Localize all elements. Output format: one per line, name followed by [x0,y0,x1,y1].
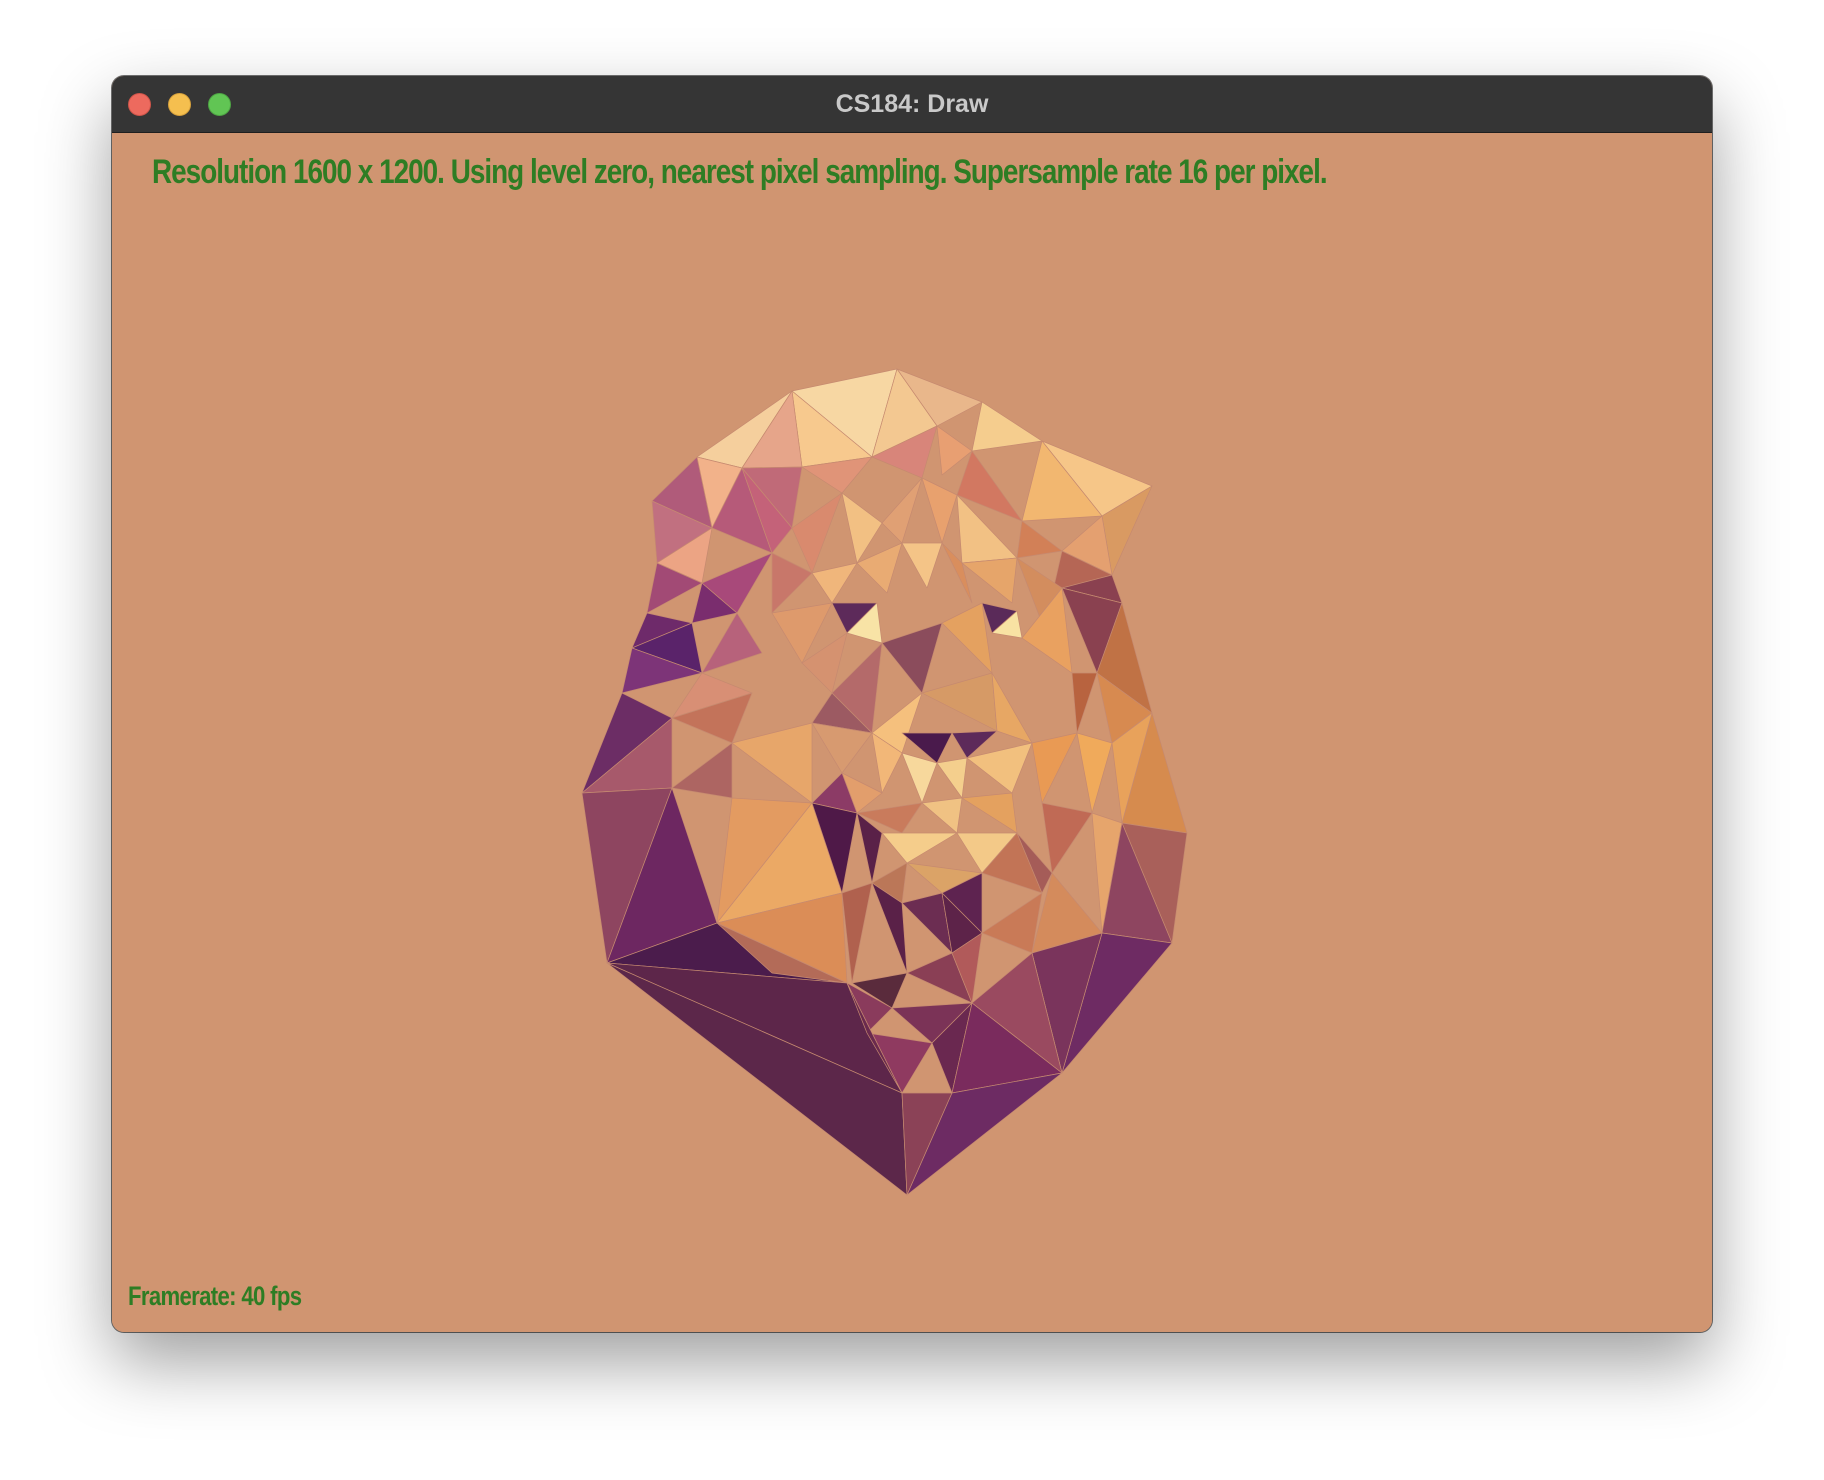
lion-facet [941,602,993,674]
app-window: CS184: Draw Resolution 1600 x 1200. Usin… [112,76,1712,1332]
lion-facet [1071,672,1098,734]
lion-facet [971,401,1043,452]
lion-facet [841,492,883,564]
window-title: CS184: Draw [835,90,989,118]
lion-facet [1016,520,1063,559]
status-text: Resolution 1600 x 1200. Using level zero… [152,153,1328,191]
lion-facet [901,542,943,589]
framerate-text: Framerate: 40 fps [128,1281,302,1311]
draw-canvas[interactable]: Resolution 1600 x 1200. Using level zero… [112,133,1712,1332]
lion-facet [921,672,998,732]
low-poly-lion-artwork [581,368,1188,1196]
lion-facet [1031,732,1078,804]
lion-facet [811,562,858,604]
lion-facet [921,797,963,834]
lion-facet [731,722,813,804]
lion-facet [936,757,968,799]
lion-facet [1041,802,1093,874]
lion-facet [901,752,938,804]
lion-facet [856,812,883,884]
lion-facet [921,477,958,544]
title-bar[interactable]: CS184: Draw [112,76,1712,133]
lion-facet [966,742,1033,794]
lion-facet [881,477,923,544]
lion-facet [991,672,1033,744]
lion-facet [1076,732,1113,814]
lion-facet [981,892,1043,954]
lion-facet [881,832,958,864]
lion-facet [881,622,943,694]
lion-facet [771,552,813,614]
lion-facet [791,492,843,574]
lion-facet [701,612,763,674]
lion-facet [671,742,733,799]
lion-facet [961,792,1018,834]
